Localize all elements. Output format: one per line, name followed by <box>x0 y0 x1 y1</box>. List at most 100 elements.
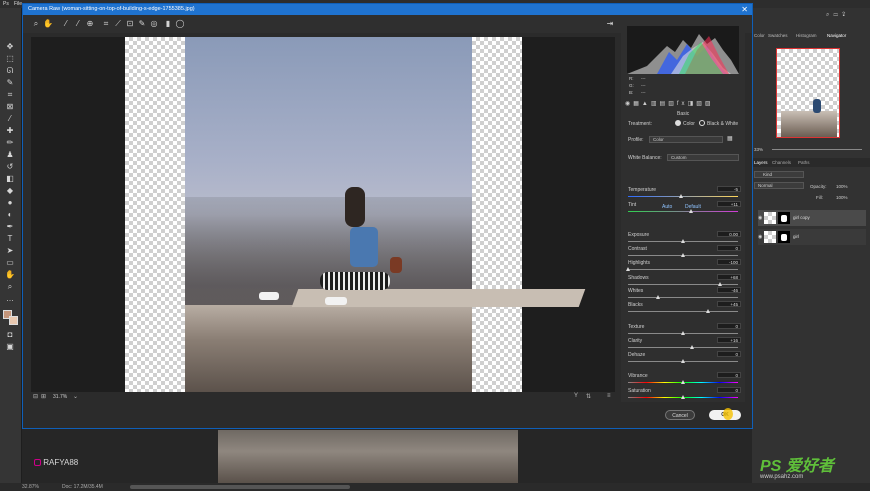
slider-track[interactable] <box>628 380 738 384</box>
tone-curve-tab-icon[interactable]: ▦ <box>633 101 642 107</box>
target-adjust-icon[interactable]: ⊕ <box>85 19 95 29</box>
crop-tool-icon[interactable]: ⌗ <box>4 90 16 100</box>
auto-button[interactable]: Auto <box>662 204 672 210</box>
slider-knob[interactable] <box>681 359 685 363</box>
spot-removal-icon[interactable]: ✎ <box>137 19 147 29</box>
lens-tab-icon[interactable]: ▥ <box>668 101 677 107</box>
profile-browser-icon[interactable]: ▦ <box>727 135 733 142</box>
slider-value-input[interactable]: +68 <box>717 274 741 280</box>
detail-tab-icon[interactable]: ▲ <box>642 101 651 107</box>
treatment-bw-radio[interactable] <box>699 120 705 126</box>
slider-value-input[interactable]: +11 <box>717 201 741 207</box>
zoom-out-icon[interactable]: ⊟ <box>33 393 38 400</box>
crop-icon[interactable]: ⌗ <box>101 19 111 29</box>
ps-logo-icon[interactable]: Ps <box>3 1 9 7</box>
quick-select-tool-icon[interactable]: ✎ <box>4 78 16 88</box>
slider-track[interactable] <box>628 359 738 363</box>
basic-tab-icon[interactable]: ◉ <box>625 101 633 107</box>
preview-settings-icon[interactable]: ≡ <box>607 393 611 399</box>
hand-icon[interactable]: ✋ <box>43 19 53 29</box>
white-balance-icon[interactable]: ⁄ <box>61 19 71 29</box>
slider-value-input[interactable]: 0 <box>717 245 741 251</box>
slider-knob[interactable] <box>681 331 685 335</box>
slider-knob[interactable] <box>681 239 685 243</box>
slider-knob[interactable] <box>718 282 723 286</box>
stamp-tool-icon[interactable]: ♟ <box>4 150 16 160</box>
snapshots-tab-icon[interactable]: ▨ <box>705 101 714 107</box>
slider-value-input[interactable]: 0 <box>717 387 741 393</box>
slider-value-input[interactable]: 0 <box>717 351 741 357</box>
frame-tool-icon[interactable]: ⊠ <box>4 102 16 112</box>
slider-track[interactable] <box>628 309 738 313</box>
slider-value-input[interactable]: 0 <box>717 323 741 329</box>
zoom-tool-icon[interactable]: ⌕ <box>4 282 16 292</box>
straighten-icon[interactable]: ⟋ <box>113 19 123 29</box>
layer-kind-filter[interactable]: Kind <box>754 171 804 178</box>
healing-tool-icon[interactable]: ✚ <box>4 126 16 136</box>
close-icon[interactable]: ✕ <box>741 4 748 15</box>
pen-tool-icon[interactable]: ✒ <box>4 222 16 232</box>
slider-knob[interactable] <box>681 395 685 399</box>
paint-bucket-icon[interactable]: ◆ <box>4 186 16 196</box>
slider-track[interactable] <box>628 295 738 299</box>
slider-value-input[interactable]: +45 <box>717 301 741 307</box>
effects-tab-icon[interactable]: fx <box>677 101 688 107</box>
slider-track[interactable] <box>628 331 738 335</box>
tab-layers[interactable]: Layers <box>754 160 768 165</box>
slider-track[interactable] <box>628 209 738 213</box>
navigator-zoom-slider[interactable] <box>772 149 862 150</box>
layer-row[interactable]: ◉ girl copy <box>758 210 866 226</box>
fill-value[interactable]: 100% <box>836 195 848 200</box>
tab-paths[interactable]: Paths <box>798 160 810 165</box>
slider-knob[interactable] <box>689 345 694 349</box>
slider-value-input[interactable]: -100 <box>717 259 741 265</box>
slider-track[interactable] <box>628 253 738 257</box>
hsl-tab-icon[interactable]: ▥ <box>651 101 660 107</box>
slider-value-input[interactable]: -46 <box>717 287 741 293</box>
navigator-preview[interactable] <box>776 48 840 138</box>
blend-mode-select[interactable]: Normal <box>754 182 804 189</box>
visibility-eye-icon[interactable]: ◉ <box>758 215 762 221</box>
slider-track[interactable] <box>628 345 738 349</box>
slider-value-input[interactable]: 0.00 <box>717 231 741 237</box>
slider-track[interactable] <box>628 282 738 286</box>
quick-mask-icon[interactable]: ◘ <box>4 330 16 340</box>
slider-value-input[interactable]: 0 <box>717 372 741 378</box>
screen-mode-icon[interactable]: ▣ <box>4 342 16 352</box>
tab-swatches[interactable]: Swatches <box>768 33 788 38</box>
zoom-icon[interactable]: ⌕ <box>31 19 41 29</box>
tab-channels[interactable]: Channels <box>772 160 791 165</box>
slider-knob[interactable] <box>688 209 693 213</box>
presets-tab-icon[interactable]: ▧ <box>696 101 705 107</box>
slider-value-input[interactable]: -5 <box>717 186 741 192</box>
tab-navigator[interactable]: Navigator <box>827 33 846 38</box>
tab-histogram[interactable]: Histogram <box>796 33 817 38</box>
graduated-filter-icon[interactable]: ◯ <box>175 19 185 29</box>
workspace-icon[interactable]: ▭ <box>833 12 842 18</box>
slider-track[interactable] <box>628 239 738 243</box>
treatment-color-radio[interactable] <box>675 120 681 126</box>
transform-icon[interactable]: ⊡ <box>125 19 135 29</box>
opacity-value[interactable]: 100% <box>836 184 848 189</box>
history-brush-icon[interactable]: ↺ <box>4 162 16 172</box>
slider-value-input[interactable]: +16 <box>717 337 741 343</box>
slider-track[interactable] <box>628 194 738 198</box>
slider-knob[interactable] <box>706 309 711 313</box>
horizontal-scrollbar[interactable] <box>130 485 350 489</box>
brush-tool-icon[interactable]: ✏ <box>4 138 16 148</box>
move-tool-icon[interactable]: ✥ <box>4 42 16 52</box>
before-after-icon[interactable]: ⇅ <box>586 393 591 400</box>
preview-mode-icon[interactable]: Y <box>574 393 578 399</box>
hand-tool-icon[interactable]: ✋ <box>4 270 16 280</box>
slider-knob[interactable] <box>655 295 660 299</box>
layer-row[interactable]: ◉ girl <box>758 229 866 245</box>
profile-select[interactable]: Color <box>649 136 723 143</box>
color-sampler-icon[interactable]: ⁄ <box>73 19 83 29</box>
slider-knob[interactable] <box>681 253 685 257</box>
slider-knob[interactable] <box>681 380 685 384</box>
path-select-icon[interactable]: ➤ <box>4 246 16 256</box>
image-preview[interactable] <box>31 37 615 392</box>
eraser-tool-icon[interactable]: ◧ <box>4 174 16 184</box>
eyedropper-tool-icon[interactable]: ⁄ <box>4 114 16 124</box>
white-balance-select[interactable]: Custom <box>667 154 739 161</box>
